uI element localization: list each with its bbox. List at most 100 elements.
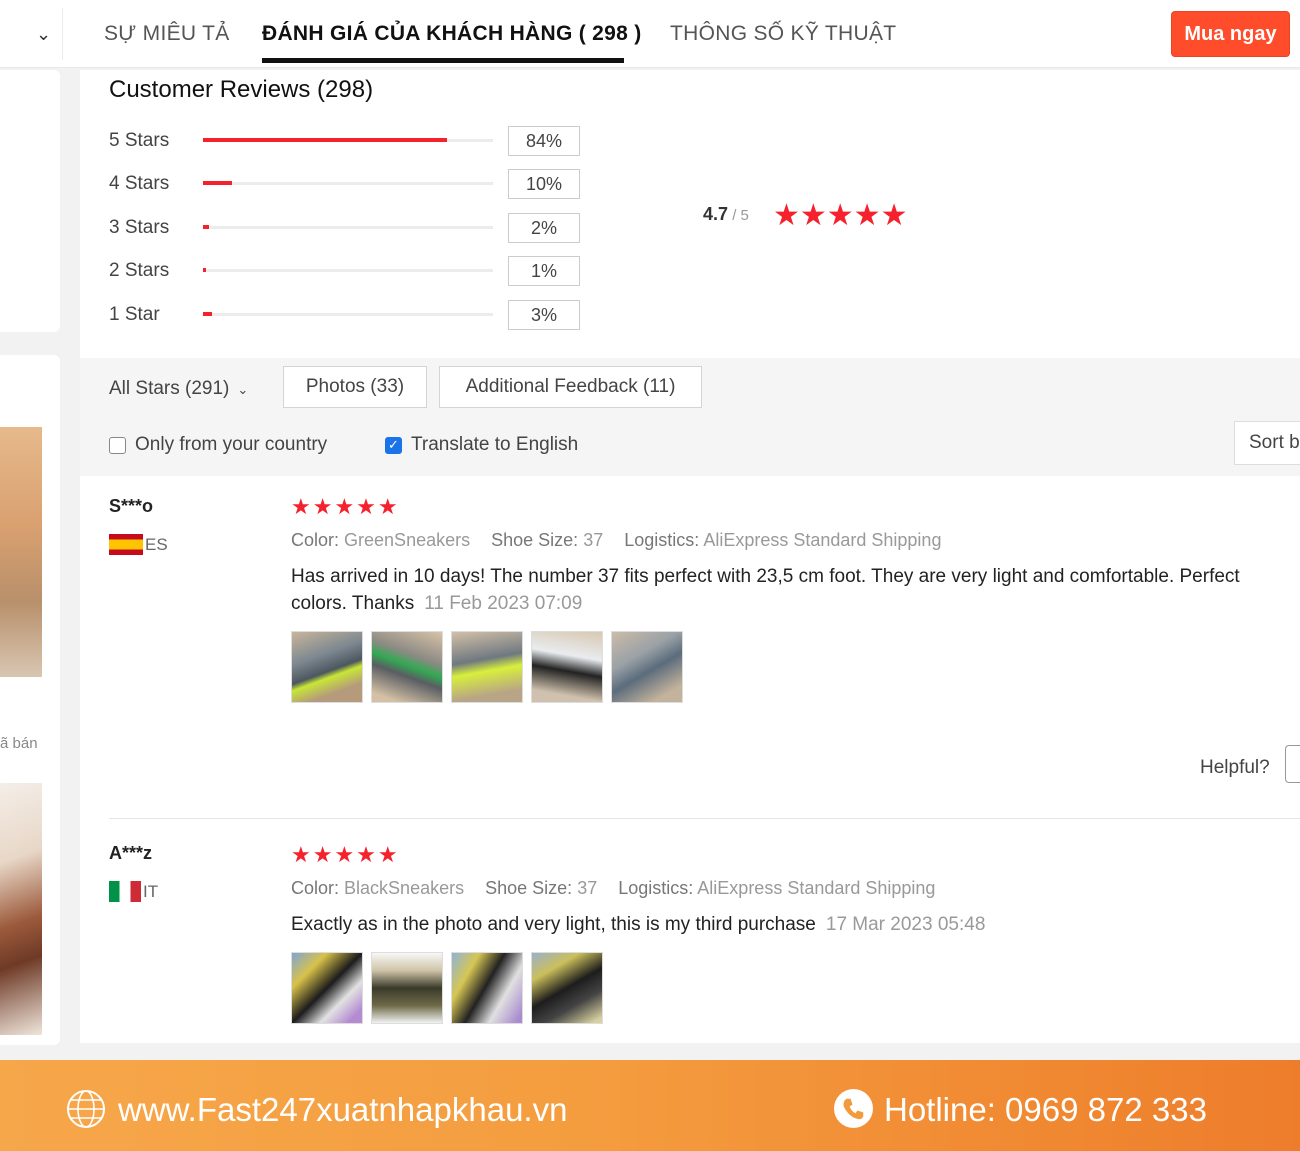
rating-bar: [203, 138, 493, 142]
helpful-label: Helpful?: [1200, 757, 1270, 778]
color-label: Color:: [291, 530, 340, 550]
size-label: Shoe Size:: [491, 530, 579, 550]
review-date: 11 Feb 2023 07:09: [424, 593, 583, 614]
rating-label: 2 Stars: [109, 260, 170, 281]
logistics-label: Logistics:: [624, 530, 700, 550]
size-label: Shoe Size:: [485, 878, 573, 898]
checkbox-unchecked-icon[interactable]: [109, 436, 126, 454]
all-stars-label: All Stars (291): [109, 378, 230, 399]
review-photo[interactable]: [371, 631, 443, 703]
product-thumbnail[interactable]: [0, 427, 42, 677]
review-photo[interactable]: [611, 631, 683, 703]
reviews-title: Customer Reviews (298): [109, 76, 374, 103]
rating-percent: 3%: [508, 300, 580, 330]
rating-percent: 84%: [508, 126, 580, 156]
translate-checkbox[interactable]: ✓ Translate to English: [385, 434, 578, 456]
country-code: IT: [143, 881, 159, 901]
review-photos: [291, 631, 683, 703]
rating-bar-fill: [203, 181, 232, 185]
website-link[interactable]: www.Fast247xuatnhapkhau.vn: [118, 1091, 567, 1129]
chevron-down-icon[interactable]: ⌄: [36, 24, 51, 45]
rating-percent: 2%: [508, 213, 580, 243]
size-value: 37: [583, 530, 604, 550]
review-photo[interactable]: [451, 952, 523, 1024]
color-value: BlackSneakers: [344, 878, 465, 898]
average-rating-value: 4.7: [703, 204, 729, 224]
review-photo[interactable]: [451, 631, 523, 703]
reviews-panel: Customer Reviews (298) 5 Stars 84% 4 Sta…: [80, 70, 1300, 1043]
logistics-value: AliExpress Standard Shipping: [697, 878, 936, 898]
hotline-text[interactable]: Hotline: 0969 872 333: [884, 1091, 1207, 1129]
only-country-label: Only from your country: [135, 434, 328, 455]
rating-percent: 1%: [508, 256, 580, 286]
tab-customer-reviews[interactable]: ĐÁNH GIÁ CỦA KHÁCH HÀNG ( 298 ): [262, 22, 642, 46]
reviewer-country: ES: [109, 534, 168, 555]
logistics-label: Logistics:: [618, 878, 694, 898]
rating-bar-fill: [203, 268, 206, 272]
tab-specifications[interactable]: THÔNG SỐ KỸ THUẬT: [670, 22, 896, 46]
review-meta: Color: GreenSneakers Shoe Size: 37 Logis…: [291, 530, 941, 551]
average-stars-icon: ★★★★★: [773, 199, 908, 232]
footer-banner: www.Fast247xuatnhapkhau.vn Hotline: 0969…: [0, 1060, 1300, 1151]
review-stars-icon: ★★★★★: [291, 494, 400, 519]
flag-es-icon: [109, 534, 143, 555]
reviewer-name: S***o: [109, 496, 154, 516]
review-photos: [291, 952, 603, 1024]
color-label: Color:: [291, 878, 340, 898]
rating-row-1[interactable]: 1 Star 3%: [109, 300, 589, 330]
review-photo[interactable]: [291, 631, 363, 703]
buy-now-button[interactable]: Mua ngay: [1171, 11, 1290, 57]
sort-dropdown[interactable]: Sort b: [1234, 421, 1300, 465]
logistics-value: AliExpress Standard Shipping: [703, 530, 942, 550]
rating-bar: [203, 225, 493, 229]
review-text: Has arrived in 10 days! The number 37 fi…: [291, 563, 1291, 617]
chevron-down-icon: ⌄: [237, 382, 249, 397]
photos-filter-button[interactable]: Photos (33): [283, 366, 427, 408]
additional-feedback-button[interactable]: Additional Feedback (11): [439, 366, 702, 408]
rating-row-5[interactable]: 5 Stars 84%: [109, 126, 589, 156]
rating-bar: [203, 181, 493, 185]
sold-count-text: ã bán: [0, 735, 38, 752]
active-tab-indicator: [262, 58, 624, 63]
rating-bar-fill: [203, 225, 209, 229]
only-country-checkbox[interactable]: Only from your country: [109, 434, 327, 456]
phone-icon: [834, 1089, 873, 1128]
translate-label: Translate to English: [411, 434, 579, 455]
product-thumbnail[interactable]: [0, 783, 42, 1035]
product-tab-bar: ⌄ SỰ MIÊU TẢ ĐÁNH GIÁ CỦA KHÁCH HÀNG ( 2…: [0, 0, 1300, 68]
rating-row-2[interactable]: 2 Stars 1%: [109, 256, 589, 286]
review-photo[interactable]: [531, 631, 603, 703]
average-rating: 4.7 / 5: [703, 204, 749, 225]
review-body: Exactly as in the photo and very light, …: [291, 914, 816, 935]
average-rating-max: / 5: [728, 207, 749, 224]
helpful-button[interactable]: [1285, 745, 1300, 783]
all-stars-dropdown[interactable]: All Stars (291) ⌄: [109, 378, 248, 400]
globe-icon: [67, 1090, 105, 1128]
rating-label: 3 Stars: [109, 217, 170, 238]
rating-bar-fill: [203, 312, 212, 316]
rating-bar-fill: [203, 138, 447, 142]
review-stars-icon: ★★★★★: [291, 842, 400, 867]
rating-row-3[interactable]: 3 Stars 2%: [109, 213, 589, 243]
divider: [62, 8, 63, 60]
rating-bar: [203, 312, 493, 316]
rating-row-4[interactable]: 4 Stars 10%: [109, 169, 589, 199]
reviewer-country: IT: [109, 881, 158, 902]
flag-it-icon: [109, 881, 141, 902]
rating-label: 1 Star: [109, 304, 160, 325]
left-panel-products: ã bán: [0, 355, 60, 1045]
rating-label: 5 Stars: [109, 130, 170, 151]
review-photo[interactable]: [531, 952, 603, 1024]
size-value: 37: [577, 878, 598, 898]
checkbox-checked-icon[interactable]: ✓: [385, 436, 402, 454]
rating-bar: [203, 268, 493, 272]
color-value: GreenSneakers: [344, 530, 471, 550]
reviewer-name: A***z: [109, 843, 153, 863]
review-filters: All Stars (291) ⌄ Photos (33) Additional …: [80, 358, 1300, 476]
tab-description[interactable]: SỰ MIÊU TẢ: [104, 22, 230, 46]
review-photo[interactable]: [291, 952, 363, 1024]
review-photo[interactable]: [371, 952, 443, 1024]
review-divider: [109, 818, 1300, 819]
review-text: Exactly as in the photo and very light, …: [291, 911, 1291, 938]
rating-percent: 10%: [508, 169, 580, 199]
